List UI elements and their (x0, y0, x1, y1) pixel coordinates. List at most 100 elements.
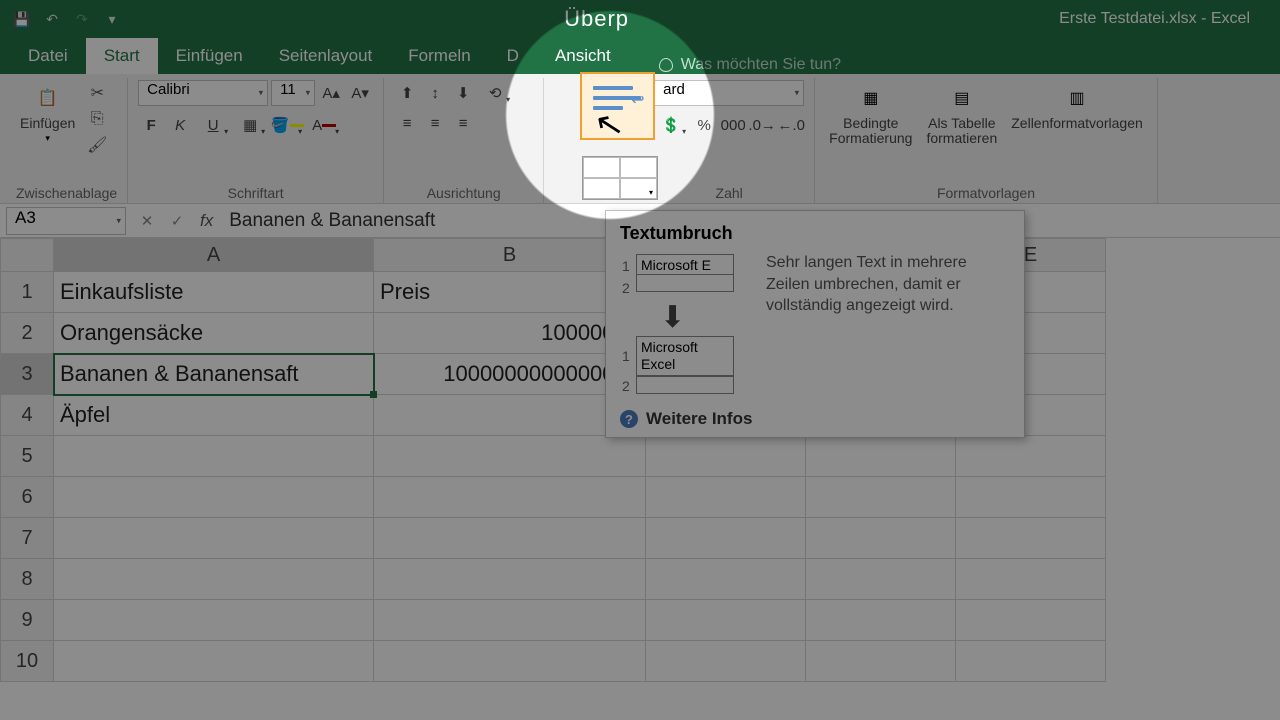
conditional-icon: ▦ (855, 82, 887, 114)
cut-icon[interactable]: ✂ (85, 82, 109, 104)
cell[interactable] (646, 641, 806, 682)
row-header[interactable]: 10 (0, 641, 54, 682)
cell[interactable] (646, 600, 806, 641)
column-header[interactable]: A (54, 238, 374, 272)
cell[interactable] (806, 641, 956, 682)
row-header[interactable]: 5 (0, 436, 54, 477)
conditional-formatting-button[interactable]: ▦ Bedingte Formatierung (825, 80, 916, 149)
merge-cells-button[interactable]: ▾ (582, 156, 658, 200)
row-header[interactable]: 7 (0, 518, 54, 559)
accounting-icon[interactable]: 💲 (654, 112, 688, 138)
cell[interactable] (54, 600, 374, 641)
row-header[interactable]: 6 (0, 477, 54, 518)
cancel-icon[interactable]: ✕ (132, 207, 162, 235)
row-header[interactable]: 8 (0, 559, 54, 600)
cell[interactable] (956, 436, 1106, 477)
align-bottom-icon[interactable]: ⬇ (450, 80, 476, 106)
italic-button[interactable]: K (167, 112, 193, 138)
align-top-icon[interactable]: ⬆ (394, 80, 420, 106)
number-format-select[interactable]: ard▾ (654, 80, 804, 106)
format-painter-icon[interactable]: 🖌 (85, 134, 109, 156)
format-as-table-button[interactable]: ▤ Als Tabelle formatieren (922, 80, 1001, 149)
cell[interactable] (54, 641, 374, 682)
cell[interactable] (54, 477, 374, 518)
tab-seitenlayout[interactable]: Seitenlayout (261, 38, 391, 74)
bold-button[interactable]: F (138, 112, 164, 138)
cell[interactable] (54, 518, 374, 559)
fill-handle[interactable] (370, 391, 377, 398)
tooltip-more-link[interactable]: Weitere Infos (646, 409, 752, 429)
copy-icon[interactable]: ⎘ (85, 108, 109, 130)
tooltip: Textumbruch 1 2 Microsoft E ⬇ 1 2 Micros… (605, 210, 1025, 438)
cell[interactable] (54, 436, 374, 477)
tell-me-search[interactable]: Was möchten Sie tun? (659, 56, 841, 74)
tab-ansicht[interactable]: Ansicht (537, 38, 629, 74)
cell[interactable]: Orangensäcke (54, 313, 374, 354)
cell[interactable]: Bananen & Bananensaft (54, 354, 374, 395)
fx-icon[interactable]: fx (200, 211, 213, 231)
cell[interactable]: Äpfel (54, 395, 374, 436)
cell[interactable] (956, 518, 1106, 559)
tab-einfuegen[interactable]: Einfügen (158, 38, 261, 74)
font-size-select[interactable]: 11▾ (271, 80, 315, 106)
underline-button[interactable]: U (196, 112, 230, 138)
cell[interactable] (646, 436, 806, 477)
cell[interactable] (806, 559, 956, 600)
shrink-font-icon[interactable]: A▾ (347, 80, 373, 106)
row-header[interactable]: 9 (0, 600, 54, 641)
cell[interactable] (374, 641, 646, 682)
align-middle-icon[interactable]: ↕ (422, 80, 448, 106)
cell[interactable] (646, 518, 806, 559)
cell[interactable] (956, 477, 1106, 518)
cell[interactable] (374, 477, 646, 518)
tab-hidden[interactable]: D (489, 38, 537, 74)
redo-icon: ↷ (70, 7, 94, 31)
grow-font-icon[interactable]: A▴ (318, 80, 344, 106)
group-clipboard: 📋 Einfügen ▾ ✂ ⎘ 🖌 Zwischenablage (6, 78, 128, 203)
cell[interactable]: Einkaufsliste (54, 272, 374, 313)
font-name-select[interactable]: Calibri▾ (138, 80, 268, 106)
row-header[interactable]: 2 (0, 313, 54, 354)
cell[interactable] (374, 518, 646, 559)
cell[interactable] (956, 641, 1106, 682)
cell[interactable] (956, 559, 1106, 600)
cell-styles-button[interactable]: ▥ Zellenformatvorlagen (1007, 80, 1147, 133)
orientation-icon[interactable]: ⟲ (478, 80, 512, 106)
cell[interactable] (54, 559, 374, 600)
cell[interactable] (806, 600, 956, 641)
name-box[interactable]: A3▾ (6, 207, 126, 235)
align-left-icon[interactable]: ≡ (394, 110, 420, 136)
cell[interactable] (806, 436, 956, 477)
comma-icon[interactable]: 000 (720, 112, 746, 138)
select-all-corner[interactable] (0, 238, 54, 272)
decrease-decimal-icon[interactable]: ←.0 (778, 112, 804, 138)
align-right-icon[interactable]: ≡ (450, 110, 476, 136)
fill-color-icon[interactable]: 🪣 (270, 112, 304, 138)
row-header[interactable]: 4 (0, 395, 54, 436)
cell[interactable] (374, 559, 646, 600)
percent-icon[interactable]: % (691, 112, 717, 138)
paste-button[interactable]: 📋 Einfügen ▾ (16, 80, 79, 146)
cell[interactable] (806, 477, 956, 518)
cell[interactable] (646, 559, 806, 600)
undo-icon[interactable]: ↶ (40, 7, 64, 31)
row-header[interactable]: 1 (0, 272, 54, 313)
row-header[interactable]: 3 (0, 354, 54, 395)
tab-formeln[interactable]: Formeln (390, 38, 488, 74)
tab-datei[interactable]: Datei (10, 38, 86, 74)
increase-decimal-icon[interactable]: .0→ (749, 112, 775, 138)
save-icon[interactable]: 💾 (10, 7, 34, 31)
enter-icon[interactable]: ✓ (162, 207, 192, 235)
qat-customize-icon[interactable]: ▾ (100, 7, 124, 31)
cell[interactable] (374, 436, 646, 477)
borders-icon[interactable]: ▦ (233, 112, 267, 138)
cell[interactable] (956, 600, 1106, 641)
font-color-icon[interactable]: A (307, 112, 341, 138)
quick-access-toolbar: 💾 ↶ ↷ ▾ (0, 7, 134, 31)
align-center-icon[interactable]: ≡ (422, 110, 448, 136)
tab-start[interactable]: Start (86, 38, 158, 74)
cell[interactable] (374, 600, 646, 641)
cell[interactable] (646, 477, 806, 518)
help-icon: ? (620, 410, 638, 428)
cell[interactable] (806, 518, 956, 559)
